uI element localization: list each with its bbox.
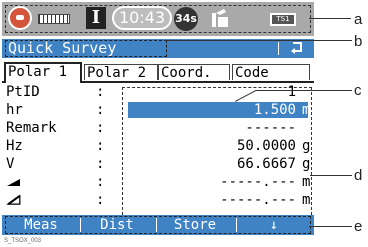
softkey-separator bbox=[80, 218, 81, 232]
field-label: PtID bbox=[6, 84, 40, 100]
horizontal-distance-icon bbox=[6, 173, 22, 191]
field-row-v: V : 66.6667 g bbox=[2, 155, 314, 173]
tab-coord[interactable]: Coord. bbox=[158, 64, 230, 81]
field-label: hr bbox=[6, 102, 23, 118]
field-row-horizontal-distance: : -----.--- m bbox=[2, 173, 314, 191]
point-id-counter-icon[interactable]: 34s bbox=[174, 7, 198, 31]
page-down-softkey[interactable]: ↓ bbox=[238, 215, 310, 235]
field-value[interactable]: ------ bbox=[245, 119, 296, 137]
field-colon: : bbox=[96, 156, 105, 172]
battery-icon[interactable]: TS1 bbox=[270, 13, 296, 26]
title-bar: Quick Survey bbox=[2, 39, 314, 58]
callout-line-a bbox=[309, 18, 351, 19]
field-value[interactable]: 1 bbox=[288, 83, 296, 101]
field-colon: : bbox=[96, 102, 105, 118]
compensator-icon[interactable] bbox=[210, 7, 232, 29]
field-row-ptid[interactable]: PtID : 1 bbox=[2, 83, 314, 101]
satellite-globe-icon[interactable] bbox=[8, 6, 32, 30]
callout-label-d: d bbox=[354, 167, 363, 184]
field-value: -----.--- bbox=[220, 192, 296, 208]
field-value: 50.0000 bbox=[236, 138, 296, 154]
callout-line-c bbox=[256, 90, 352, 91]
field-label: Hz bbox=[6, 138, 23, 154]
field-value: -----.--- bbox=[220, 174, 296, 190]
callout-label-e: e bbox=[354, 218, 363, 235]
field-row-hz: Hz : 50.0000 g bbox=[2, 137, 314, 155]
callout-line-e bbox=[309, 226, 352, 227]
field-colon: : bbox=[96, 84, 105, 100]
field-value: 66.6667 bbox=[236, 156, 296, 172]
field-row-hr[interactable]: hr : 1.500 m bbox=[2, 101, 314, 119]
tab-polar-2[interactable]: Polar 2 bbox=[84, 64, 158, 81]
field-unit: m bbox=[302, 192, 311, 208]
title-separator bbox=[278, 42, 279, 55]
store-softkey[interactable]: Store bbox=[158, 215, 232, 235]
field-label: Remark bbox=[6, 120, 57, 136]
field-value[interactable]: 1.500 bbox=[254, 101, 296, 119]
field-unit: g bbox=[302, 156, 311, 172]
meas-softkey[interactable]: Meas bbox=[6, 215, 76, 235]
field-row-remark[interactable]: Remark : ------ bbox=[2, 119, 314, 137]
callout-label-c: c bbox=[354, 82, 362, 99]
return-arrow-icon bbox=[291, 42, 302, 54]
field-colon: : bbox=[96, 174, 105, 190]
clock-icon: 10:43 bbox=[112, 6, 172, 30]
tab-bar: Polar 1 Polar 2 Coord. Code bbox=[2, 62, 314, 83]
edm-mode-icon[interactable]: I bbox=[86, 7, 106, 29]
callout-line-d bbox=[310, 175, 352, 176]
field-colon: : bbox=[96, 138, 105, 154]
field-colon: : bbox=[96, 120, 105, 136]
callout-label-b: b bbox=[354, 33, 363, 50]
field-unit: g bbox=[302, 138, 311, 154]
field-label: V bbox=[6, 156, 15, 172]
callout-line-b bbox=[165, 40, 352, 41]
softkey-separator bbox=[236, 218, 237, 232]
softkey-separator bbox=[156, 218, 157, 232]
figure-id: S_TSOX_003 bbox=[4, 238, 42, 244]
status-bar: I 10:43 34s TS1 bbox=[2, 2, 314, 36]
field-colon: : bbox=[96, 192, 105, 208]
page-title: Quick Survey bbox=[8, 39, 117, 57]
field-unit: m bbox=[302, 102, 311, 118]
instrument-screen: I 10:43 34s TS1 Quick Survey Polar 1 Pol… bbox=[2, 2, 314, 235]
slope-distance-icon bbox=[6, 191, 22, 209]
prism-icon[interactable] bbox=[38, 14, 70, 24]
field-row-slope-distance: : -----.--- m bbox=[2, 191, 314, 209]
softkey-bar: Meas Dist Store ↓ bbox=[2, 215, 314, 235]
dist-softkey[interactable]: Dist bbox=[82, 215, 152, 235]
tab-code[interactable]: Code bbox=[232, 64, 310, 81]
callout-label-a: a bbox=[354, 11, 363, 28]
tab-polar-1[interactable]: Polar 1 bbox=[4, 62, 82, 83]
back-button[interactable] bbox=[286, 40, 308, 57]
